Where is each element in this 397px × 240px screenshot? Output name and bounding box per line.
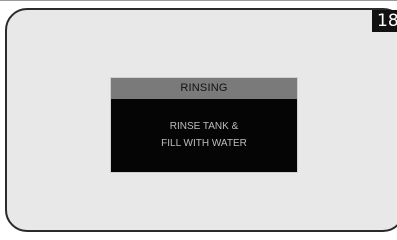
step-number-badge: 18 [372,10,397,32]
message-line-2: FILL WITH WATER [161,138,247,149]
message-line-1: RINSE TANK & [169,121,239,132]
page-top-rule [0,0,397,1]
message-body: RINSE TANK & FILL WITH WATER [111,99,297,152]
message-title: RINSING [111,78,297,99]
status-message-panel: RINSING RINSE TANK & FILL WITH WATER [110,77,298,173]
